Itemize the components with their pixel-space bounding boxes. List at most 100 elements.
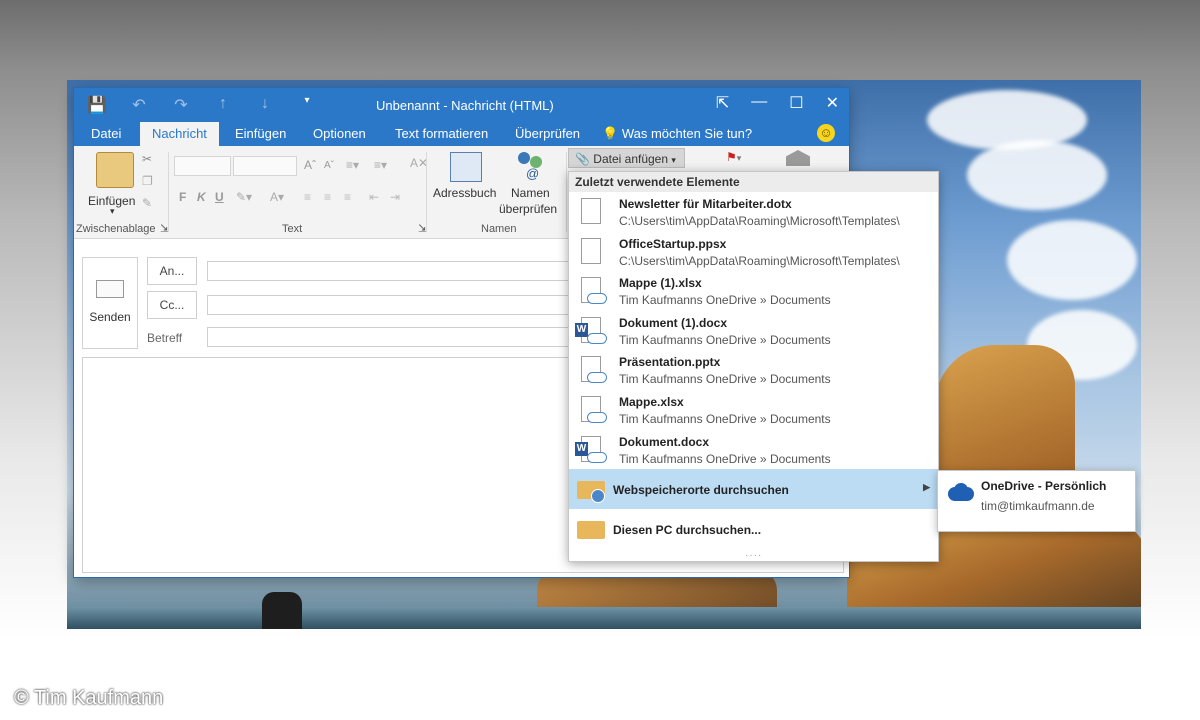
- undo-icon[interactable]: ↶: [128, 95, 150, 115]
- recent-items-list: Newsletter für Mitarbeiter.dotx C:\Users\…: [569, 192, 938, 469]
- font-name-select[interactable]: [174, 156, 231, 176]
- recent-item-path: Tim Kaufmanns OneDrive » Documents: [619, 411, 831, 426]
- onedrive-cloud-icon: [944, 483, 976, 501]
- chevron-right-icon: ▶: [923, 482, 930, 493]
- recent-item-name: Dokument.docx: [619, 434, 710, 449]
- window-controls: ⇱ — ☐ ✕: [716, 93, 839, 113]
- web-folder-icon: [577, 477, 605, 504]
- grow-font-icon[interactable]: Aˆ: [304, 158, 316, 172]
- underline-button[interactable]: U: [215, 190, 224, 204]
- onedrive-submenu[interactable]: OneDrive - Persönlich tim@timkaufmann.de: [937, 470, 1136, 532]
- recent-item[interactable]: Newsletter für Mitarbeiter.dotx C:\Users\…: [569, 192, 938, 232]
- addressbook-icon[interactable]: [450, 152, 482, 182]
- tab-ueberpruefen[interactable]: Überprüfen: [515, 126, 580, 141]
- minimize-button[interactable]: —: [751, 93, 767, 113]
- clipboard-group-label: Zwischenablage: [76, 223, 156, 235]
- recent-item-name: OfficeStartup.ppsx: [619, 236, 727, 251]
- check-names-line1[interactable]: Namen: [511, 186, 550, 200]
- font-color-icon[interactable]: A▾: [270, 190, 284, 204]
- arrow-up-icon[interactable]: ↑: [212, 95, 234, 115]
- title-bar: 💾 ↶ ↷ ↑ ↓ ▾ Unbenannt - Nachricht (HTML)…: [74, 88, 849, 122]
- recent-item-name: Präsentation.pptx: [619, 355, 721, 370]
- bullets-icon[interactable]: ≡▾: [346, 158, 359, 172]
- recent-item-path: C:\Users\tim\AppData\Roaming\Microsoft\T…: [619, 214, 900, 228]
- recent-item[interactable]: OfficeStartup.ppsx C:\Users\tim\AppData\R…: [569, 232, 938, 272]
- increase-indent-icon[interactable]: ⇥: [390, 190, 400, 204]
- tab-text-formatieren[interactable]: Text formatieren: [395, 126, 488, 141]
- onedrive-title: OneDrive - Persönlich: [981, 479, 1107, 493]
- template-doc-icon: [579, 198, 601, 226]
- copyright-text: © Tim Kaufmann: [14, 687, 164, 709]
- addressbook-label[interactable]: Adressbuch: [433, 186, 496, 200]
- cc-button[interactable]: Cc...: [147, 291, 197, 319]
- ribbon-display-icon[interactable]: ⇱: [716, 93, 729, 113]
- recent-item-path: Tim Kaufmanns OneDrive » Documents: [619, 372, 831, 387]
- cloud-doc-icon: [579, 356, 607, 384]
- italic-button[interactable]: K: [197, 190, 206, 204]
- numbering-icon[interactable]: ≡▾: [374, 158, 387, 172]
- highlight-icon[interactable]: ✎▾: [236, 190, 252, 204]
- redo-icon[interactable]: ↷: [170, 95, 192, 115]
- tab-einfuegen[interactable]: Einfügen: [235, 126, 286, 141]
- word-doc-icon: W: [575, 435, 607, 464]
- copy-icon[interactable]: ❐: [142, 174, 153, 188]
- envelope-icon: [96, 280, 124, 298]
- format-painter-icon[interactable]: ✎: [142, 196, 152, 210]
- tab-optionen[interactable]: Optionen: [313, 126, 366, 141]
- browse-this-pc[interactable]: Diesen PC durchsuchen...: [569, 509, 938, 549]
- maximize-button[interactable]: ☐: [789, 93, 803, 113]
- browse-web-label: Webspeicherorte durchsuchen: [613, 483, 789, 498]
- tab-datei[interactable]: Datei: [91, 126, 121, 141]
- browse-pc-label: Diesen PC durchsuchen...: [613, 523, 762, 538]
- window-title: Unbenannt - Nachricht (HTML): [376, 98, 554, 113]
- close-button[interactable]: ✕: [826, 93, 839, 113]
- recent-items-header: Zuletzt verwendete Elemente: [569, 172, 938, 192]
- recent-item-name: Newsletter für Mitarbeiter.dotx: [619, 197, 792, 211]
- decrease-indent-icon[interactable]: ⇤: [369, 190, 379, 204]
- smiley-feedback-icon[interactable]: ☺: [817, 124, 835, 142]
- check-names-icon[interactable]: @: [516, 152, 546, 181]
- browse-web-locations[interactable]: Webspeicherorte durchsuchen ▶: [569, 469, 938, 510]
- subject-label: Betreff: [147, 331, 183, 345]
- generic-doc-icon: [579, 237, 601, 266]
- recent-item-name: Mappe (1).xlsx: [619, 276, 702, 291]
- names-group-label: Namen: [481, 223, 517, 235]
- recent-item-path: C:\Users\tim\AppData\Roaming\Microsoft\T…: [619, 253, 900, 268]
- chevron-down-icon: ▾: [671, 155, 676, 165]
- recent-item-path: Tim Kaufmanns OneDrive » Documents: [619, 293, 831, 308]
- folder-icon: [577, 517, 605, 540]
- tell-me-box[interactable]: 💡 Was möchten Sie tun?: [602, 126, 752, 142]
- resize-grip[interactable]: ····: [745, 550, 762, 561]
- send-label: Senden: [89, 310, 131, 324]
- cloud-doc-icon: [579, 277, 607, 305]
- recent-item[interactable]: W Dokument (1).docx Tim Kaufmanns OneDrive…: [569, 311, 938, 351]
- align-left-icon[interactable]: ≡: [304, 190, 311, 204]
- recent-item[interactable]: Präsentation.pptx Tim Kaufmanns OneDrive …: [569, 350, 938, 390]
- recent-item-name: Dokument (1).docx: [619, 315, 728, 330]
- cloud-doc-icon: [579, 395, 607, 424]
- customize-qat-icon[interactable]: ▾: [296, 95, 318, 115]
- attach-file-label: Datei anfügen: [593, 152, 669, 166]
- send-button[interactable]: Senden: [82, 257, 138, 349]
- recent-item-path: Tim Kaufmanns OneDrive » Documents: [619, 451, 831, 466]
- recent-item-path: Tim Kaufmanns OneDrive » Documents: [619, 332, 831, 347]
- word-doc-icon: W: [575, 316, 607, 345]
- attach-file-button[interactable]: 📎 Datei anfügen ▾: [568, 148, 685, 168]
- align-right-icon[interactable]: ≡: [344, 190, 351, 204]
- cut-icon[interactable]: ✂: [142, 152, 152, 166]
- align-center-icon[interactable]: ≡: [324, 190, 331, 204]
- chevron-down-icon[interactable]: ▾: [110, 206, 115, 217]
- arrow-down-icon[interactable]: ↓: [254, 95, 276, 115]
- recent-item[interactable]: W Dokument.docx Tim Kaufmanns OneDrive » D…: [569, 430, 938, 470]
- paste-icon[interactable]: [96, 152, 134, 188]
- recent-item[interactable]: Mappe.xlsx Tim Kaufmanns OneDrive » Docum…: [569, 390, 938, 430]
- tag-icon[interactable]: [786, 150, 810, 166]
- flag-icon[interactable]: ⚑▾: [726, 150, 741, 164]
- save-icon[interactable]: 💾: [86, 95, 108, 115]
- recent-item[interactable]: Mappe (1).xlsx Tim Kaufmanns OneDrive » D…: [569, 271, 938, 311]
- shrink-font-icon[interactable]: Aˇ: [324, 160, 334, 171]
- font-size-select[interactable]: [233, 156, 297, 176]
- check-names-line2[interactable]: überprüfen: [499, 202, 557, 216]
- to-button[interactable]: An...: [147, 257, 197, 285]
- bold-button[interactable]: F: [179, 190, 186, 204]
